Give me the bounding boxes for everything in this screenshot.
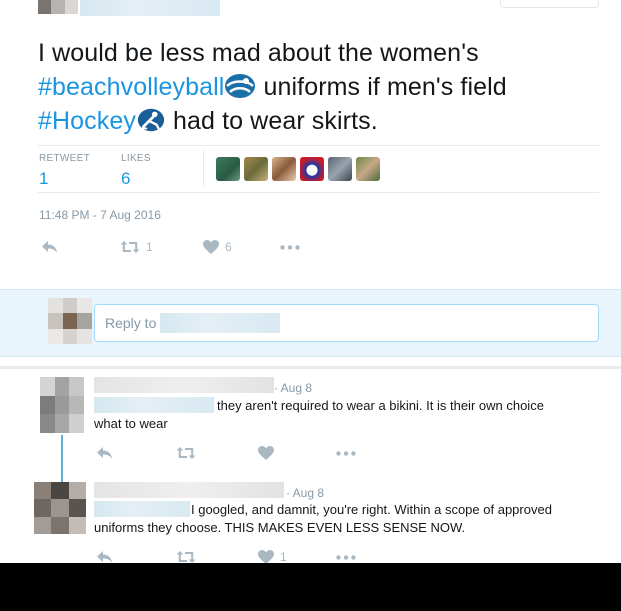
likers-avatars <box>216 157 380 181</box>
volleyball-icon <box>225 74 256 98</box>
likes-stat[interactable]: LIKES 6 <box>121 153 151 189</box>
tweet-timestamp[interactable]: 11:48 PM - 7 Aug 2016 <box>39 208 161 222</box>
more-icon <box>280 245 300 250</box>
reply-1-date[interactable]: · Aug 8 <box>274 381 312 395</box>
replies-separator <box>0 366 621 369</box>
retweet-icon <box>176 551 196 563</box>
reply-1-text-line2: what to wear <box>94 416 168 431</box>
reply-1-text: they aren't required to wear a bikini. I… <box>94 397 594 433</box>
heart-icon <box>203 240 219 254</box>
reply-1-more-action[interactable] <box>336 451 356 456</box>
reply-2-text-line1: I googled, and damnit, you're right. Wit… <box>191 502 552 517</box>
retweet-icon <box>120 241 140 253</box>
liker-avatar[interactable] <box>272 157 296 181</box>
stats-divider-bottom <box>38 192 599 193</box>
author-avatar[interactable] <box>38 0 78 14</box>
reply-2-name-redacted <box>94 482 284 498</box>
thread-connector-line <box>61 435 63 482</box>
reply-2-like-action[interactable]: 1 <box>258 550 287 563</box>
like-action[interactable]: 6 <box>203 240 232 254</box>
retweet-stat-count: 1 <box>39 169 49 188</box>
reply-1-retweet-action[interactable] <box>176 446 196 460</box>
hockey-icon <box>137 108 165 132</box>
stats-divider-top <box>38 145 599 146</box>
reply-1-text-line1: they aren't required to wear a bikini. I… <box>217 398 544 413</box>
screen-bottom-bar <box>0 563 621 611</box>
likes-stat-label: LIKES <box>121 153 151 164</box>
liker-avatar[interactable] <box>216 157 240 181</box>
stats-separator <box>203 150 204 186</box>
reply-icon <box>97 447 112 459</box>
retweet-stat-label: RETWEET <box>39 153 90 164</box>
reply-icon <box>97 551 112 563</box>
tweet-page: I would be less mad about the women's #b… <box>0 0 621 563</box>
heart-icon <box>258 446 274 460</box>
retweet-stat[interactable]: RETWEET 1 <box>39 153 90 189</box>
liker-avatar[interactable] <box>244 157 268 181</box>
heart-icon <box>258 550 274 563</box>
retweet-action[interactable]: 1 <box>120 240 153 254</box>
hashtag-beachvolleyball[interactable]: #beachvolleyball <box>38 73 224 101</box>
tweet-text-part1: I would be less mad about the women's <box>38 39 479 67</box>
reply-input-placeholder: Reply to <box>105 315 157 331</box>
reply-1-reply-action[interactable] <box>96 446 113 460</box>
liker-avatar[interactable] <box>300 157 324 181</box>
more-icon <box>336 451 356 456</box>
tweet-text-part2: uniforms if men's field <box>256 73 507 101</box>
retweet-action-count: 1 <box>146 240 153 254</box>
reply-2-text: I googled, and damnit, you're right. Wit… <box>94 501 604 537</box>
liker-avatar[interactable] <box>328 157 352 181</box>
more-icon <box>336 555 356 560</box>
reply-1-avatar[interactable] <box>40 377 84 433</box>
tweet-text: I would be less mad about the women's #b… <box>38 36 598 138</box>
reply-2-reply-action[interactable] <box>96 550 113 563</box>
reply-2-retweet-action[interactable] <box>176 550 196 563</box>
reply-2-date[interactable]: · Aug 8 <box>286 486 324 500</box>
reply-2-like-count: 1 <box>280 550 287 563</box>
current-user-avatar <box>48 298 92 344</box>
reply-action[interactable] <box>41 240 58 254</box>
retweet-icon <box>176 447 196 459</box>
liker-avatar[interactable] <box>356 157 380 181</box>
reply-2-more-action[interactable] <box>336 555 356 560</box>
reply-icon <box>42 241 57 253</box>
reply-2-text-line2: uniforms they choose. THIS MAKES EVEN LE… <box>94 520 466 535</box>
like-action-count: 6 <box>225 240 232 254</box>
more-action[interactable] <box>280 245 300 250</box>
reply-to-handle-redacted <box>160 313 280 333</box>
author-name-redacted <box>80 0 220 16</box>
reply-2-avatar[interactable] <box>34 482 86 534</box>
reply-1-name-redacted <box>94 377 274 393</box>
tweet-text-part3: had to wear skirts. <box>165 107 378 135</box>
likes-stat-count: 6 <box>121 169 131 188</box>
follow-button[interactable] <box>500 0 599 8</box>
hashtag-hockey[interactable]: #Hockey <box>38 107 136 135</box>
reply-1-like-action[interactable] <box>258 446 274 460</box>
